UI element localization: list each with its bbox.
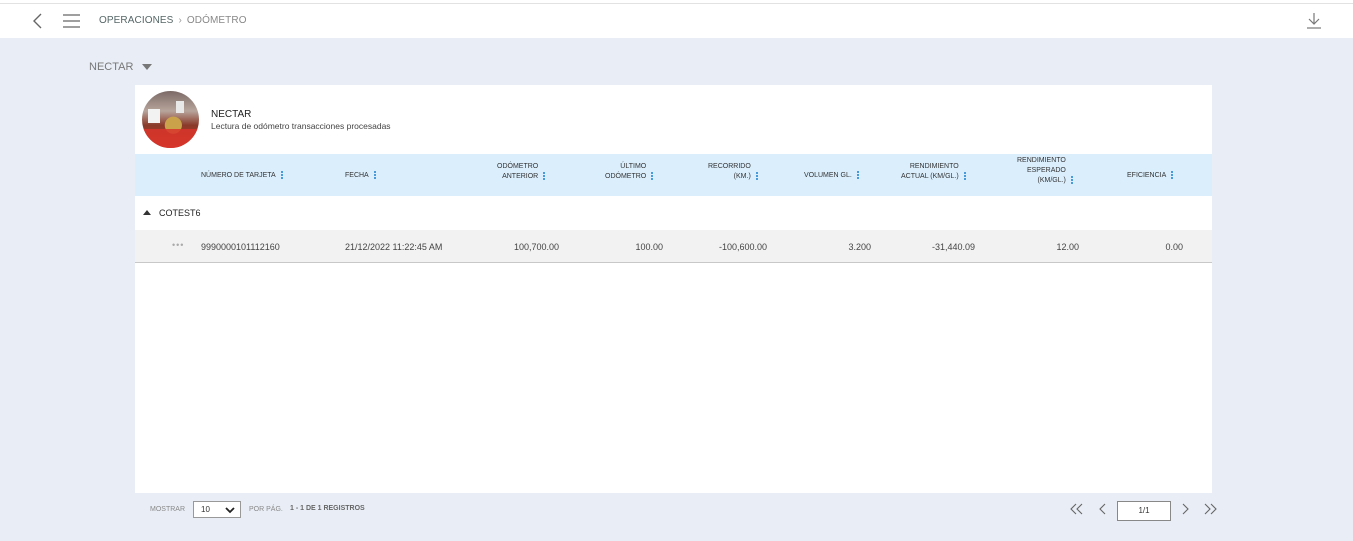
header-fecha: FECHA — [345, 170, 377, 181]
header-label: ODÓMETRO — [605, 173, 647, 180]
page-size-select[interactable]: 10 — [193, 501, 241, 518]
header-label: ESPERADO — [1026, 167, 1066, 174]
prev-page-icon[interactable] — [1096, 503, 1110, 515]
header-odometro-anterior: ODÓMETRO ANTERIOR — [497, 162, 546, 182]
cell-ultimo-odometro: 100.00 — [635, 242, 663, 252]
header-label-group: ÚLTIMO ODÓMETRO — [605, 162, 646, 182]
breadcrumb-current: ODÓMETRO — [186, 15, 247, 26]
header-label-group: ODÓMETRO ANTERIOR — [497, 162, 538, 182]
download-icon[interactable] — [1306, 12, 1322, 30]
per-page-label: POR PÁG. — [249, 506, 283, 513]
header-label-group: RENDIMIENTO ESPERADO (KM/GL.) — [1017, 156, 1066, 186]
cell-volumen: 3.200 — [848, 242, 871, 252]
group-row[interactable]: COTEST6 — [135, 196, 1212, 231]
header-label: ANTERIOR — [502, 173, 539, 180]
cell-odometro-anterior: 100,700.00 — [513, 242, 559, 252]
panel-subtitle: Lectura de odómetro transacciones proces… — [211, 121, 391, 131]
panel-title: NECTAR — [211, 109, 252, 120]
header-label: ÚLTIMO — [620, 163, 647, 170]
company-avatar — [142, 91, 199, 148]
kebab-icon[interactable] — [963, 171, 967, 181]
header-numero-tarjeta: NÚMERO DE TARJETA — [201, 170, 284, 181]
header-label: (KM/GL.) — [1037, 177, 1066, 184]
kebab-icon[interactable] — [1171, 170, 1174, 180]
kebab-icon[interactable] — [856, 170, 860, 180]
breadcrumb-separator: › — [178, 15, 182, 26]
header-label: NÚMERO DE TARJETA — [201, 171, 276, 179]
kebab-icon[interactable] — [1070, 175, 1074, 185]
collapse-caret-icon[interactable] — [143, 210, 151, 215]
header-label: EFICIENCIA — [1127, 171, 1167, 179]
header-eficiencia: EFICIENCIA — [1127, 170, 1174, 181]
table-header: NÚMERO DE TARJETA FECHA ODÓMETRO ANTERIOR… — [135, 154, 1212, 196]
group-label: COTEST6 — [159, 208, 201, 218]
page-number-input[interactable]: 1/1 — [1117, 501, 1171, 521]
cell-tarjeta: 9990000101112160 — [201, 242, 280, 252]
last-page-icon[interactable] — [1203, 503, 1217, 515]
kebab-icon[interactable] — [373, 170, 377, 180]
kebab-icon[interactable] — [755, 171, 759, 181]
header-label: ODÓMETRO — [497, 163, 539, 170]
cell-rendimiento-actual: -31,440.09 — [931, 242, 975, 252]
top-bar: OPERACIONES › ODÓMETRO — [0, 3, 1353, 38]
cell-recorrido: -100,600.00 — [718, 242, 767, 252]
show-label: MOSTRAR — [150, 506, 185, 513]
menu-icon[interactable] — [63, 13, 80, 29]
table-row[interactable]: ••• 9990000101112160 21/12/2022 11:22:45… — [135, 230, 1212, 263]
header-label: ACTUAL (KM/GL.) — [901, 173, 959, 180]
header-label: (KM.) — [733, 173, 751, 180]
header-label: RECORRIDO — [708, 163, 751, 170]
company-selector-value: NECTAR — [89, 61, 134, 73]
back-icon[interactable] — [31, 12, 45, 30]
header-volumen: VOLUMEN GL. — [804, 170, 860, 181]
cell-eficiencia: 0.00 — [1165, 242, 1183, 252]
cell-fecha: 21/12/2022 11:22:45 AM — [345, 242, 443, 252]
header-label: VOLUMEN GL. — [804, 171, 852, 179]
header-rendimiento-esperado: RENDIMIENTO ESPERADO (KM/GL.) — [1017, 156, 1074, 186]
header-rendimiento-actual: RENDIMIENTO ACTUAL (KM/GL.) — [901, 162, 967, 182]
header-label-group: RENDIMIENTO ACTUAL (KM/GL.) — [901, 162, 959, 182]
breadcrumb: OPERACIONES › ODÓMETRO — [99, 15, 247, 26]
first-page-icon[interactable] — [1070, 503, 1084, 515]
row-actions-icon[interactable]: ••• — [172, 240, 184, 250]
header-label: RENDIMIENTO — [1017, 157, 1066, 164]
kebab-icon[interactable] — [651, 171, 654, 181]
company-selector[interactable]: NECTAR — [89, 61, 153, 73]
chevron-down-icon — [225, 507, 235, 514]
header-recorrido: RECORRIDO (KM.) — [708, 162, 759, 182]
pagination-footer: MOSTRAR 10 POR PÁG. 1 - 1 DE 1 REGISTROS… — [135, 493, 1217, 527]
kebab-icon[interactable] — [543, 171, 546, 181]
cell-rendimiento-esperado: 12.00 — [1056, 242, 1079, 252]
records-count: 1 - 1 DE 1 REGISTROS — [290, 505, 365, 512]
kebab-icon[interactable] — [280, 170, 284, 180]
page-size-value: 10 — [201, 505, 210, 514]
odometer-panel: NECTAR Lectura de odómetro transacciones… — [135, 85, 1212, 493]
header-label: RENDIMIENTO — [909, 163, 959, 170]
header-label-group: RECORRIDO (KM.) — [708, 162, 751, 182]
header-ultimo-odometro: ÚLTIMO ODÓMETRO — [605, 162, 654, 182]
header-label: FECHA — [345, 171, 369, 179]
caret-down-icon — [142, 64, 153, 71]
next-page-icon[interactable] — [1178, 503, 1192, 515]
breadcrumb-operaciones[interactable]: OPERACIONES — [99, 15, 173, 26]
